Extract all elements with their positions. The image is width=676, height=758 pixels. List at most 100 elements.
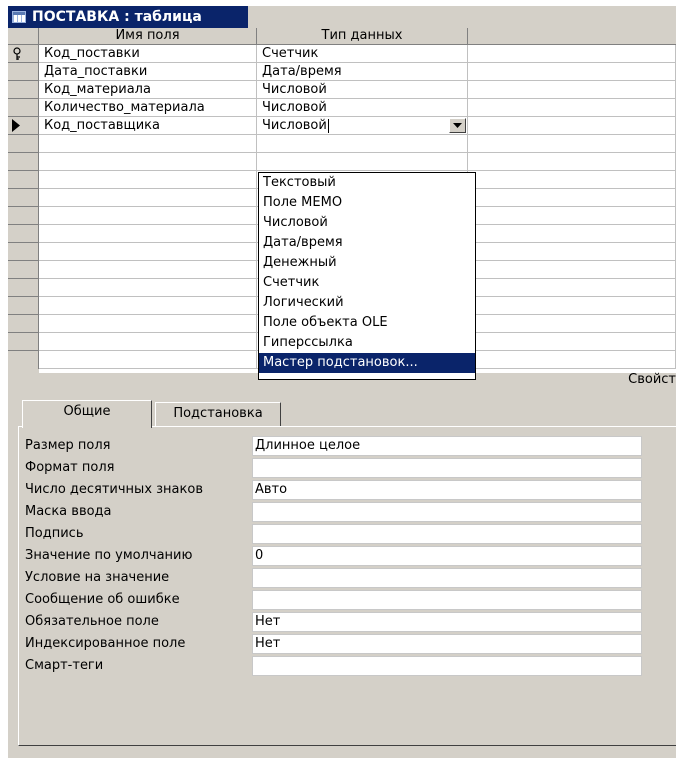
data-type-cell[interactable]: Числовой [257,81,468,99]
property-value-field[interactable] [252,656,642,676]
row-selector[interactable] [8,81,39,99]
property-value-field[interactable]: Нет [252,634,642,654]
row-selector[interactable] [8,351,39,369]
description-cell[interactable] [468,297,676,315]
column-header-data-type[interactable]: Тип данных [257,28,468,45]
field-name-cell[interactable] [39,279,257,297]
property-value-field[interactable]: Длинное целое [252,436,642,456]
description-cell[interactable] [468,315,676,333]
tab-general[interactable]: Общие [22,400,152,428]
data-type-cell[interactable] [257,135,468,153]
field-row[interactable] [39,135,676,153]
row-selector[interactable] [8,279,39,297]
row-selector[interactable] [8,243,39,261]
description-cell[interactable] [468,99,676,117]
field-name-cell[interactable] [39,297,257,315]
property-row: Подпись [19,523,659,545]
row-selector[interactable] [8,207,39,225]
row-selector[interactable] [8,135,39,153]
description-cell[interactable] [468,279,676,297]
dropdown-option[interactable]: Гиперссылка [259,333,475,353]
field-row[interactable] [39,153,676,171]
field-name-cell[interactable]: Дата_поставки [39,63,257,81]
field-name-cell[interactable] [39,189,257,207]
property-value-field[interactable] [252,502,642,522]
dropdown-option[interactable]: Денежный [259,253,475,273]
description-cell[interactable] [468,81,676,99]
description-cell[interactable] [468,171,676,189]
property-value-field[interactable] [252,590,642,610]
field-name-cell[interactable] [39,171,257,189]
dropdown-option[interactable]: Поле МЕМО [259,193,475,213]
dropdown-option-highlighted[interactable]: Мастер подстановок... [259,353,475,373]
field-name-cell[interactable] [39,225,257,243]
field-name-cell[interactable] [39,207,257,225]
row-selector[interactable] [8,315,39,333]
field-name-cell[interactable] [39,351,257,369]
column-header-field-name[interactable]: Имя поля [39,28,257,45]
row-selector[interactable] [8,225,39,243]
dropdown-option[interactable]: Текстовый [259,173,475,193]
property-value-field[interactable]: Нет [252,612,642,632]
data-type-cell[interactable]: Дата/время [257,63,468,81]
property-value-field[interactable]: Авто [252,480,642,500]
description-cell[interactable] [468,135,676,153]
row-selector[interactable] [8,261,39,279]
description-cell[interactable] [468,333,676,351]
description-cell[interactable] [468,117,676,135]
description-cell[interactable] [468,189,676,207]
description-cell[interactable] [468,351,676,369]
data-type-combo[interactable]: Числовой [257,117,468,135]
dropdown-button[interactable] [449,118,466,133]
row-selector[interactable] [8,333,39,351]
column-header-description[interactable] [468,28,676,45]
field-name-cell[interactable] [39,261,257,279]
field-row-current[interactable]: Код_поставщика Числовой [39,117,676,135]
description-cell[interactable] [468,261,676,279]
field-name-cell[interactable]: Количество_материала [39,99,257,117]
row-selector[interactable] [8,117,39,135]
window-titlebar[interactable]: ПОСТАВКА : таблица [8,6,248,28]
description-cell[interactable] [468,225,676,243]
property-value-field[interactable] [252,568,642,588]
data-type-cell[interactable]: Счетчик [257,45,468,63]
tab-lookup[interactable]: Подстановка [155,402,281,426]
description-cell[interactable] [468,63,676,81]
description-cell[interactable] [468,207,676,225]
field-name-cell[interactable] [39,315,257,333]
row-selector[interactable] [8,99,39,117]
row-selector[interactable] [8,45,39,63]
description-cell[interactable] [468,153,676,171]
field-name-cell[interactable]: Код_поставщика [39,117,257,135]
chevron-down-icon [453,123,462,128]
description-cell[interactable] [468,45,676,63]
field-row[interactable]: Количество_материала Числовой [39,99,676,117]
field-name-cell[interactable]: Код_материала [39,81,257,99]
property-label: Размер поля [25,438,111,453]
field-row[interactable]: Дата_поставки Дата/время [39,63,676,81]
dropdown-option[interactable]: Счетчик [259,273,475,293]
dropdown-option[interactable]: Логический [259,293,475,313]
property-value-field[interactable]: 0 [252,546,642,566]
description-cell[interactable] [468,243,676,261]
row-selector[interactable] [8,153,39,171]
row-selector[interactable] [8,171,39,189]
data-type-cell[interactable] [257,153,468,171]
data-type-cell[interactable]: Числовой [257,99,468,117]
field-name-cell[interactable] [39,135,257,153]
row-selector[interactable] [8,189,39,207]
data-type-dropdown-list[interactable]: Текстовый Поле МЕМО Числовой Дата/время … [258,172,476,380]
row-selector[interactable] [8,63,39,81]
field-row[interactable]: Код_материала Числовой [39,81,676,99]
field-name-cell[interactable] [39,333,257,351]
row-selector[interactable] [8,297,39,315]
dropdown-option[interactable]: Поле объекта OLE [259,313,475,333]
dropdown-option[interactable]: Числовой [259,213,475,233]
field-name-cell[interactable]: Код_поставки [39,45,257,63]
field-name-cell[interactable] [39,243,257,261]
dropdown-option[interactable]: Дата/время [259,233,475,253]
property-value-field[interactable] [252,458,642,478]
property-value-field[interactable] [252,524,642,544]
field-row[interactable]: Код_поставки Счетчик [39,45,676,63]
field-name-cell[interactable] [39,153,257,171]
